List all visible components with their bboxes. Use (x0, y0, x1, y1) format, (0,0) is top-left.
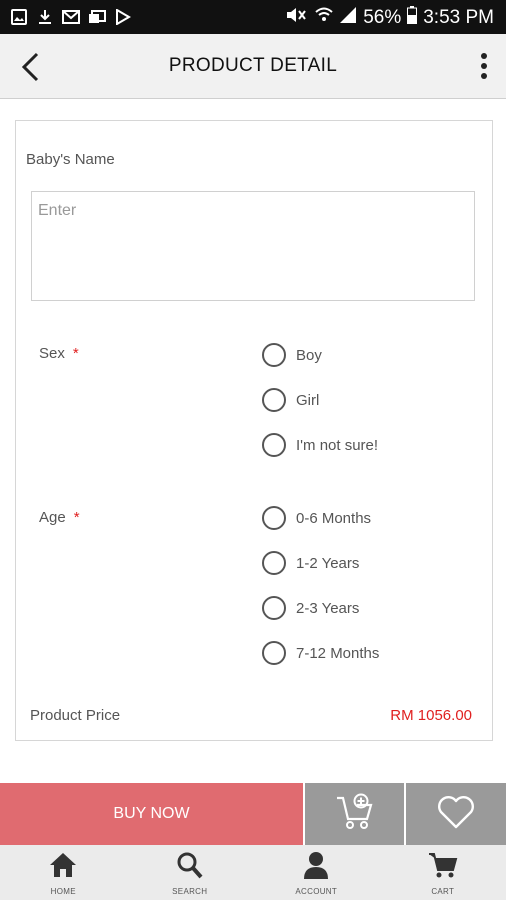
baby-name-placeholder: Enter (38, 202, 77, 219)
option-label: 2-3 Years (296, 599, 360, 617)
add-to-cart-button[interactable] (305, 783, 404, 845)
app-bar: PRODUCT DETAIL (0, 34, 506, 99)
tab-home[interactable]: HOME (0, 845, 127, 900)
notification-icons (10, 8, 132, 25)
mute-icon (285, 6, 309, 30)
radio-button[interactable] (262, 596, 286, 620)
sex-option-boy[interactable]: Boy (262, 343, 322, 367)
tab-search[interactable]: SEARCH (127, 845, 254, 900)
option-label: 7-12 Months (296, 644, 380, 662)
option-label: Boy (296, 346, 322, 364)
sex-label-text: Sex (39, 345, 65, 362)
tab-label: SEARCH (172, 887, 208, 896)
account-icon (301, 851, 331, 884)
sex-option-girl[interactable]: Girl (262, 388, 319, 412)
wifi-icon (315, 6, 333, 30)
tab-label: HOME (50, 887, 76, 896)
cart-icon (428, 851, 458, 884)
buy-now-label: BUY NOW (113, 805, 190, 822)
messages-icon (88, 8, 106, 25)
status-bar: 56% 3:53 PM (0, 0, 506, 34)
age-label-text: Age (39, 509, 66, 526)
system-status: 56% 3:53 PM (285, 6, 494, 30)
tab-account[interactable]: ACCOUNT (253, 845, 380, 900)
age-option-0-6-months[interactable]: 0-6 Months (262, 506, 371, 530)
radio-button[interactable] (262, 433, 286, 457)
age-option-1-2-years[interactable]: 1-2 Years (262, 551, 359, 575)
radio-button[interactable] (262, 506, 286, 530)
buy-now-button[interactable]: BUY NOW (0, 783, 303, 845)
radio-button[interactable] (262, 551, 286, 575)
option-label: 0-6 Months (296, 509, 372, 527)
radio-button[interactable] (262, 641, 286, 665)
required-marker: * (72, 345, 79, 362)
baby-name-input[interactable]: Enter (31, 191, 475, 301)
option-label: 1-2 Years (296, 554, 360, 572)
search-icon (175, 851, 205, 884)
tab-cart[interactable]: CART (380, 845, 506, 900)
sex-label: Sex * (39, 345, 79, 362)
clock: 3:53 PM (423, 7, 494, 28)
product-price-value: RM 1056.00 (390, 707, 472, 724)
sex-option-not-sure[interactable]: I'm not sure! (262, 433, 378, 457)
wishlist-button[interactable] (406, 783, 506, 845)
page-title: PRODUCT DETAIL (168, 55, 338, 76)
play-store-icon (114, 8, 132, 25)
option-label: I'm not sure! (296, 436, 379, 454)
product-options-card: Baby's Name Enter Sex * Boy Girl I'm not … (15, 120, 493, 741)
tab-label: CART (431, 887, 455, 896)
age-option-7-12-months[interactable]: 7-12 Months (262, 641, 379, 665)
heart-icon (436, 794, 476, 835)
mail-icon (62, 8, 80, 25)
radio-button[interactable] (262, 343, 286, 367)
age-option-2-3-years[interactable]: 2-3 Years (262, 596, 359, 620)
download-icon (36, 8, 54, 25)
option-label: Girl (296, 391, 320, 409)
action-bar: BUY NOW (0, 783, 506, 845)
add-cart-icon (335, 792, 375, 837)
battery-text: 56% (363, 7, 402, 28)
home-icon (48, 851, 78, 884)
age-label: Age * (39, 509, 80, 526)
tab-label: ACCOUNT (295, 887, 338, 896)
signal-icon (339, 6, 357, 30)
image-icon (10, 8, 28, 25)
baby-name-label: Baby's Name (26, 151, 115, 168)
product-price-label: Product Price (30, 707, 121, 724)
more-vert-icon[interactable] (480, 52, 488, 80)
required-marker: * (73, 509, 80, 526)
radio-button[interactable] (262, 388, 286, 412)
battery-icon (407, 6, 418, 30)
bottom-nav: HOME SEARCH ACCOUNT CART (0, 845, 506, 900)
